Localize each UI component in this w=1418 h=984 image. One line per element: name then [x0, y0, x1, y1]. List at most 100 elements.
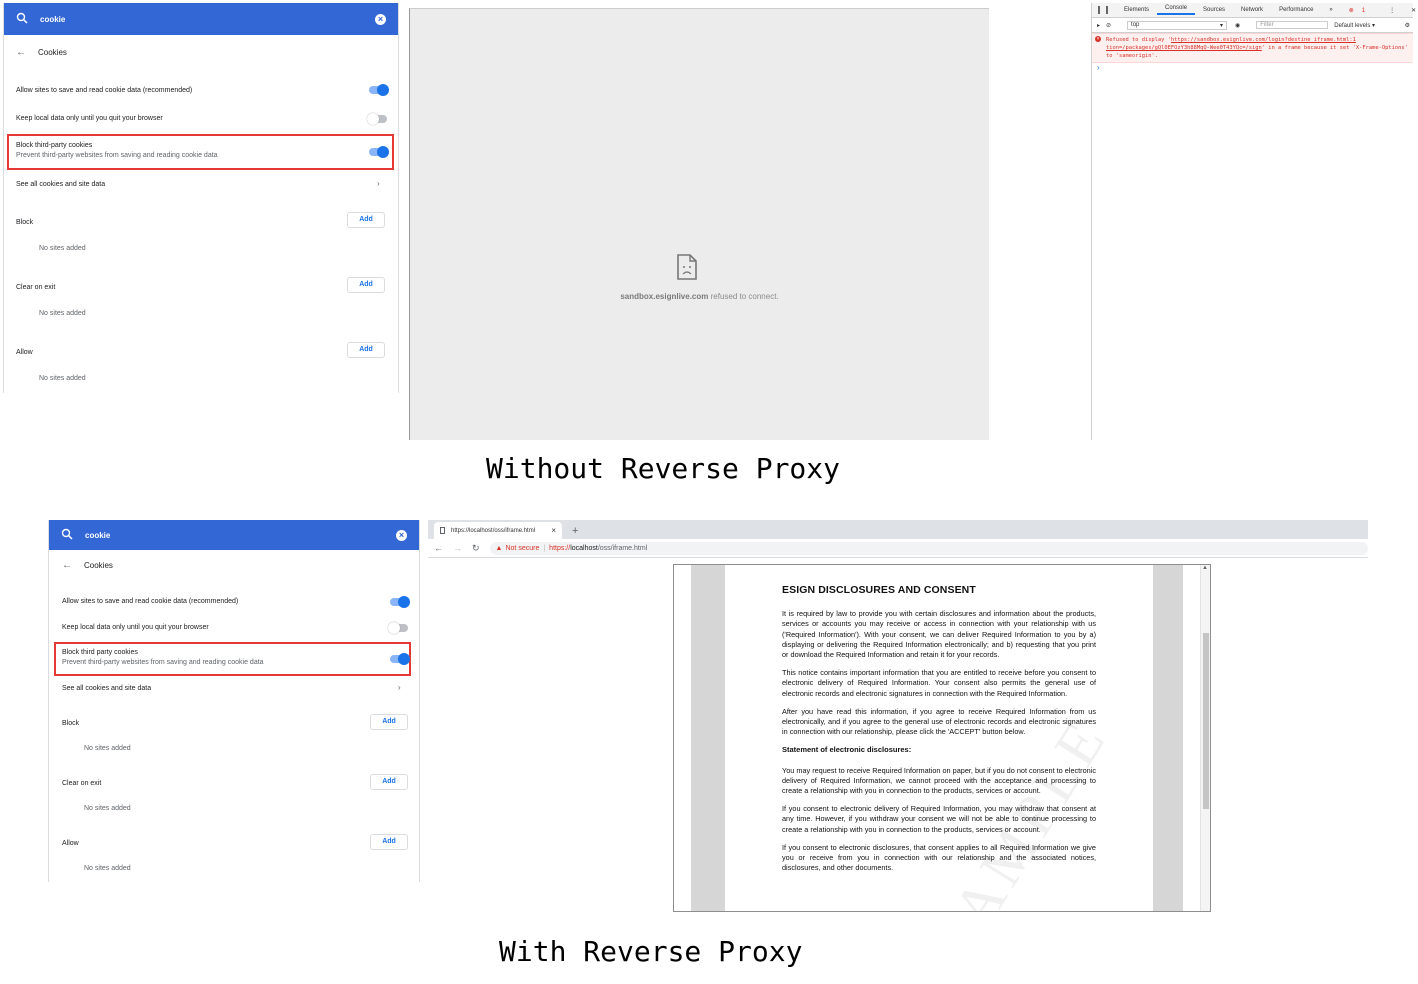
url-scheme: https:// — [549, 544, 571, 552]
page-icon — [440, 527, 445, 534]
clear-exit-section-label: Clear on exit — [16, 284, 56, 291]
url-path: /oss/iframe.html — [597, 544, 648, 552]
caption-without-proxy: Without Reverse Proxy — [486, 452, 841, 485]
allow-no-sites: No sites added — [84, 865, 131, 872]
clear-exit-add-button[interactable]: Add — [370, 774, 408, 790]
clear-search-icon[interactable]: × — [375, 13, 386, 25]
scrollbar-thumb[interactable] — [1203, 633, 1209, 809]
block-add-button[interactable]: Add — [370, 714, 408, 730]
blocked-iframe: sandbox.esignlive.com refused to connect… — [409, 8, 989, 440]
allow-add-button[interactable]: Add — [370, 834, 408, 850]
block-no-sites: No sites added — [84, 745, 131, 752]
see-all-cookies-label[interactable]: See all cookies and site data — [62, 685, 419, 692]
block-third-party-row: Block third-party cookies Prevent third-… — [16, 142, 398, 159]
toolbar: ← → ↻ ▲ Not secure | https:// localhost … — [428, 539, 1368, 558]
tab-network[interactable]: Network — [1233, 7, 1271, 13]
allow-add-button[interactable]: Add — [347, 342, 385, 358]
keep-local-label: Keep local data only until you quit your… — [62, 624, 209, 631]
close-tab-icon[interactable]: × — [551, 526, 556, 535]
search-icon — [16, 12, 30, 26]
console-toolbar: ▸ ⊘ top ▾ ◉ Filter Default levels ▾ ⚙ — [1092, 18, 1413, 33]
settings-search-bar[interactable]: cookie × — [49, 520, 419, 550]
address-bar[interactable]: ▲ Not secure | https:// localhost /oss/i… — [489, 541, 1368, 555]
paragraph: If you consent to electronic delivery of… — [782, 804, 1096, 834]
search-input[interactable]: cookie — [85, 531, 396, 540]
allow-section-label: Allow — [16, 349, 33, 356]
reload-icon[interactable]: ↻ — [472, 543, 480, 554]
clear-console-icon[interactable]: ⊘ — [1106, 22, 1111, 29]
device-toolbar-icon[interactable] — [1106, 6, 1108, 14]
paragraph: This notice contains important informati… — [782, 668, 1096, 698]
separator: | — [543, 544, 546, 552]
inspect-icon[interactable] — [1098, 6, 1100, 14]
log-levels-select[interactable]: Default levels ▾ — [1334, 22, 1375, 29]
clear-exit-no-sites: No sites added — [39, 310, 86, 317]
block-third-party-sub: Prevent third-party websites from saving… — [16, 152, 218, 159]
keep-local-row: Keep local data only until you quit your… — [16, 115, 398, 122]
allow-cookies-toggle[interactable] — [369, 84, 389, 96]
section-heading: Statement of electronic disclosures: — [782, 745, 912, 755]
block-third-party-toggle[interactable] — [369, 146, 389, 158]
allow-no-sites: No sites added — [39, 375, 86, 382]
block-section-label: Block — [16, 219, 34, 226]
error-icon: × — [1095, 36, 1101, 42]
tab-elements[interactable]: Elements — [1116, 7, 1157, 13]
page-gutter-left — [691, 565, 725, 911]
block-section-label: Block — [62, 720, 80, 727]
console-error-message: × Refused to display 'https://sandbox.es… — [1092, 33, 1413, 63]
chevron-right-icon: › — [398, 683, 401, 692]
more-tabs-button[interactable]: » — [1321, 7, 1340, 13]
allow-section-label: Allow — [62, 840, 79, 847]
clear-search-icon[interactable]: × — [396, 529, 407, 541]
tab-performance[interactable]: Performance — [1271, 7, 1321, 13]
allow-cookies-label: Allow sites to save and read cookie data… — [62, 598, 239, 605]
browser-window: https://localhost/oss/iframe.html × + ← … — [428, 520, 1368, 912]
keep-local-label: Keep local data only until you quit your… — [16, 115, 163, 122]
not-secure-label: Not secure — [505, 544, 540, 552]
chevron-right-icon: › — [377, 179, 380, 188]
settings-search-bar[interactable]: cookie × — [4, 3, 398, 35]
forward-icon[interactable]: → — [453, 543, 462, 553]
sidebar-toggle-icon[interactable]: ▸ — [1097, 22, 1100, 29]
see-all-cookies-row[interactable]: See all cookies and site data — [16, 181, 398, 188]
tab-console[interactable]: Console — [1157, 5, 1196, 15]
console-prompt[interactable]: › — [1092, 63, 1413, 72]
document-page: ESIGN DISCLOSURES AND CONSENT It is requ… — [782, 585, 1096, 881]
allow-cookies-row: Allow sites to save and read cookie data… — [16, 87, 398, 94]
close-devtools-icon[interactable]: ✕ — [1403, 7, 1418, 14]
see-all-cookies-label: See all cookies and site data — [16, 181, 106, 188]
block-third-party-toggle[interactable] — [390, 653, 410, 665]
back-arrow-icon[interactable]: ← — [62, 560, 72, 571]
paragraph: You may request to receive Required Info… — [782, 765, 1096, 796]
sad-page-icon — [676, 254, 698, 285]
url-host: localhost — [570, 544, 598, 552]
clear-exit-no-sites: No sites added — [84, 805, 131, 812]
scroll-up-icon[interactable]: ▲ — [1202, 565, 1208, 571]
page-header: ← Cookies — [16, 47, 67, 58]
allow-cookies-toggle[interactable] — [390, 596, 410, 608]
browser-tab[interactable]: https://localhost/oss/iframe.html × — [434, 522, 562, 539]
eye-icon[interactable]: ◉ — [1235, 22, 1240, 29]
settings-gear-icon[interactable]: ⚙ — [1405, 22, 1410, 29]
clear-exit-add-button[interactable]: Add — [347, 277, 385, 293]
back-arrow-icon[interactable]: ← — [16, 47, 26, 58]
embedded-document-iframe: SAMPLE ESIGN DISCLOSURES AND CONSENT It … — [673, 564, 1211, 912]
block-no-sites: No sites added — [39, 245, 86, 252]
back-icon[interactable]: ← — [434, 543, 443, 553]
console-filter-input[interactable]: Filter — [1256, 21, 1329, 29]
block-add-button[interactable]: Add — [347, 212, 385, 228]
warning-icon: ▲ — [495, 544, 503, 552]
new-tab-button[interactable]: + — [572, 525, 578, 537]
keep-local-toggle[interactable] — [388, 622, 408, 634]
keep-local-toggle[interactable] — [367, 113, 387, 125]
scrollbar[interactable]: ▲ — [1200, 565, 1210, 911]
settings-panel-top: cookie × ← Cookies Allow sites to save a… — [3, 3, 399, 393]
allow-cookies-label: Allow sites to save and read cookie data… — [16, 87, 193, 94]
kebab-menu-icon[interactable]: ⋮ — [1381, 7, 1403, 14]
error-count-badge[interactable]: ⊗ 1 — [1341, 7, 1381, 14]
tab-sources[interactable]: Sources — [1195, 7, 1233, 13]
search-input[interactable]: cookie — [40, 15, 375, 24]
block-third-party-label: Block third-party cookies — [16, 142, 93, 149]
context-select[interactable]: top ▾ — [1127, 20, 1228, 30]
tab-strip: https://localhost/oss/iframe.html × + — [428, 520, 1368, 539]
